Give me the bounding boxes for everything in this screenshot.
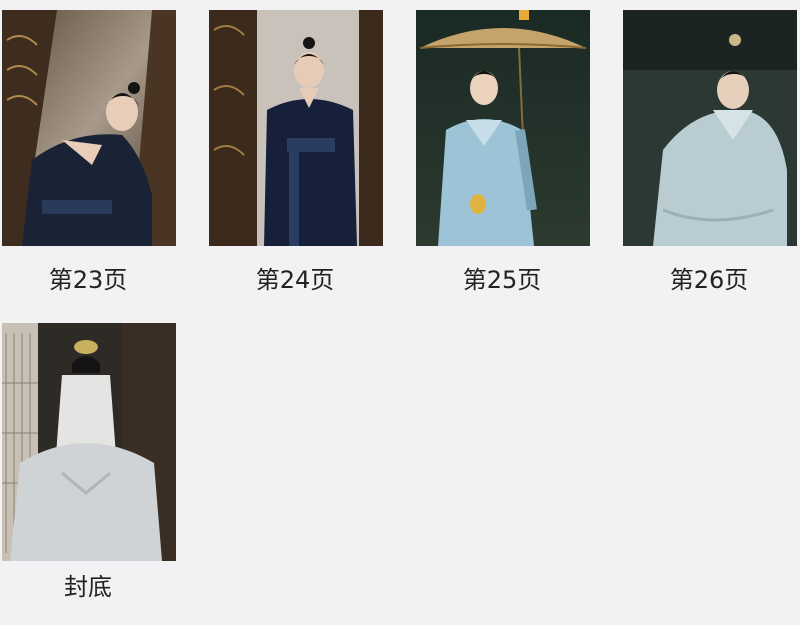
page-caption: 封底 <box>64 573 112 601</box>
page-thumbnail-image[interactable] <box>416 10 590 246</box>
page-thumbnail-image[interactable] <box>2 10 176 246</box>
page-card-26[interactable]: 第26页 <box>621 0 797 300</box>
page-card-23[interactable]: 第23页 <box>0 0 176 300</box>
portrait-illustration <box>623 10 797 246</box>
page-caption: 第26页 <box>669 266 749 294</box>
portrait-illustration <box>209 10 383 246</box>
back-cover-card[interactable]: 封底 <box>0 313 176 613</box>
page-card-25[interactable]: 第25页 <box>414 0 590 300</box>
page-caption: 第25页 <box>462 266 542 294</box>
page-caption: 第23页 <box>48 266 128 294</box>
page-card-24[interactable]: 第24页 <box>207 0 383 300</box>
page-thumbnail-image[interactable] <box>2 323 176 561</box>
portrait-illustration <box>416 10 590 246</box>
page-thumbnail-image[interactable] <box>623 10 797 246</box>
portrait-illustration <box>2 323 176 561</box>
portrait-illustration <box>2 10 176 246</box>
page-caption: 第24页 <box>255 266 335 294</box>
page-thumbnail-gallery: 第23页 第24页 第25页 第26页 封底 <box>0 0 800 625</box>
page-thumbnail-image[interactable] <box>209 10 383 246</box>
